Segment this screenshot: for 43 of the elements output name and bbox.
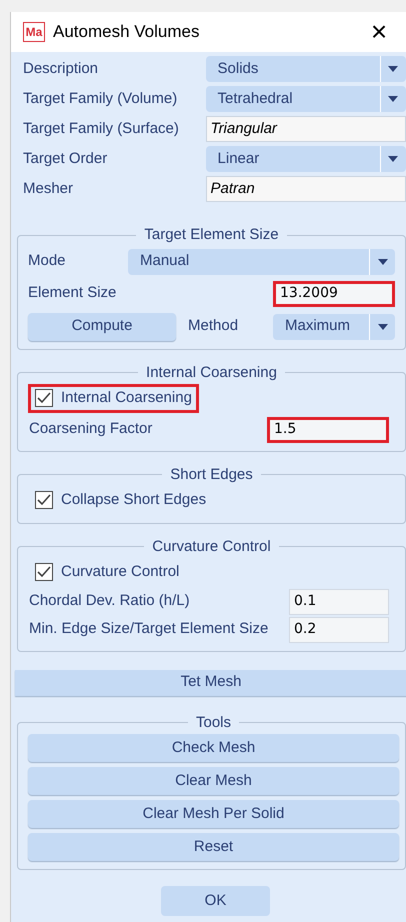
input-field[interactable]: 0.2 — [289, 616, 389, 642]
field-label: Target Family (Surface) — [22, 118, 180, 139]
field-label: Mesher — [22, 178, 74, 199]
field-label: Element Size — [28, 283, 118, 304]
field-label: Method — [187, 316, 240, 336]
text-field[interactable]: Patran — [206, 176, 406, 202]
tet-mesh-button[interactable]: Tet Mesh — [15, 670, 406, 696]
window-title: Automesh Volumes — [53, 21, 200, 44]
checkbox-label: Collapse Short Edges — [61, 490, 206, 510]
field-label: Min. Edge Size/Target Element Size — [28, 619, 270, 640]
compute-button[interactable]: Compute — [28, 312, 176, 340]
group-title: Short Edges — [169, 464, 254, 484]
input-field[interactable]: 0.1 — [289, 588, 389, 614]
field-label: Description — [22, 58, 100, 79]
field-label: Target Order — [22, 148, 108, 169]
field-label: Target Family (Volume) — [22, 88, 178, 109]
caret-icon — [388, 96, 398, 102]
group-title: Target Element Size — [143, 225, 280, 245]
caret-icon — [388, 66, 398, 72]
field-label: Chordal Dev. Ratio (h/L) — [28, 591, 191, 612]
checkbox[interactable] — [35, 563, 53, 582]
input-field[interactable]: 1.5 — [267, 416, 389, 442]
group-title: Curvature Control — [151, 536, 272, 556]
tool-button[interactable]: Clear Mesh Per Solid — [28, 800, 399, 828]
caret-icon — [378, 258, 388, 264]
input-field[interactable]: 13.2009 — [273, 280, 395, 306]
close-button[interactable]: × — [368, 18, 390, 46]
tool-button[interactable]: Check Mesh — [28, 734, 399, 762]
group-title: Tools — [194, 712, 232, 732]
text-field[interactable]: Triangular — [206, 116, 406, 142]
checkbox[interactable] — [35, 389, 53, 408]
caret-icon — [378, 324, 388, 330]
checkbox-label: Internal Coarsening — [61, 388, 192, 408]
group-title: Internal Coarsening — [145, 362, 278, 382]
caret-icon — [388, 156, 398, 162]
field-label: Coarsening Factor — [28, 419, 154, 440]
checkbox[interactable] — [35, 491, 53, 510]
tool-button[interactable]: Clear Mesh — [28, 767, 399, 795]
field-label: Mode — [28, 251, 67, 272]
ok-button[interactable]: OK — [161, 886, 270, 916]
app-icon: Ma — [23, 22, 45, 42]
checkbox-label: Curvature Control — [61, 562, 180, 582]
tool-button[interactable]: Reset — [28, 833, 399, 861]
